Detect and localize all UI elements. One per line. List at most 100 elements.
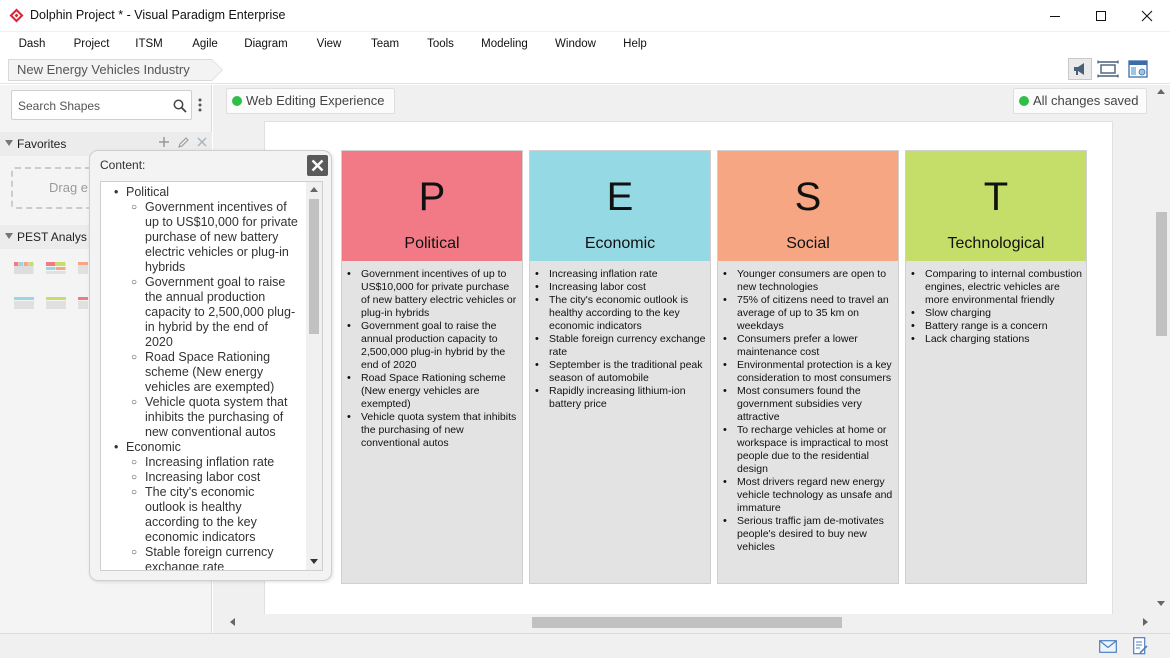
x-icon[interactable] (196, 135, 208, 149)
menu-team[interactable]: Team (357, 33, 413, 56)
outline-item: Stable foreign currency exchange rate (101, 545, 306, 570)
pest-title: Social (786, 235, 830, 252)
menu-project[interactable]: Project (64, 33, 119, 56)
breadcrumb[interactable]: New Energy Vehicles Industry (8, 59, 223, 81)
popup-title: Content: (100, 158, 146, 172)
list-item: Younger consumers are open to new techno… (722, 268, 894, 294)
menu-diagram[interactable]: Diagram (231, 33, 301, 56)
web-editing-indicator[interactable]: Web Editing Experience (226, 88, 395, 114)
save-status-indicator: All changes saved (1013, 88, 1147, 114)
window-title: Dolphin Project * - Visual Paradigm Ente… (30, 8, 286, 22)
menu-itsm[interactable]: ITSM (119, 33, 179, 56)
outline-item: Road Space Rationing scheme (New energy … (101, 350, 306, 395)
maximize-button[interactable] (1078, 0, 1124, 32)
menu-tools[interactable]: Tools (413, 33, 468, 56)
close-window-button[interactable] (1124, 0, 1170, 32)
menu-view[interactable]: View (301, 33, 357, 56)
menu-help[interactable]: Help (610, 33, 660, 56)
announce-button[interactable] (1068, 58, 1092, 80)
list-item: Environmental protection is a key consid… (722, 359, 894, 385)
pest-column-social[interactable]: S Social Younger consumers are open to n… (717, 150, 899, 584)
minimize-icon (1050, 16, 1060, 17)
menu-modeling[interactable]: Modeling (468, 33, 541, 56)
scroll-right-icon[interactable] (1143, 618, 1148, 626)
panel-toggle-button[interactable] (1126, 58, 1150, 80)
shape-thumbnail[interactable] (14, 297, 34, 309)
pencil-icon[interactable] (177, 135, 189, 149)
horizontal-scroll-thumb[interactable] (532, 617, 842, 628)
minimize-button[interactable] (1032, 0, 1078, 32)
list-item: Road Space Rationing scheme (New energy … (346, 372, 518, 411)
outline-scrollbar[interactable] (306, 182, 322, 570)
panel-toggle-icon (1128, 60, 1148, 78)
notes-icon[interactable] (1133, 637, 1148, 655)
more-vertical-icon[interactable] (197, 97, 203, 113)
shape-thumbnail[interactable] (14, 262, 34, 274)
vertical-scroll-thumb[interactable] (1156, 212, 1167, 336)
outline-scroll-thumb[interactable] (309, 199, 319, 334)
pest-letter: S (794, 175, 822, 219)
list-item: Increasing labor cost (534, 281, 706, 294)
outline-item: Increasing inflation rate (101, 455, 306, 470)
list-item: Comparing to internal combustion engines… (910, 268, 1082, 307)
pest-header: S Social (718, 151, 898, 261)
list-item: September is the traditional peak season… (534, 359, 706, 385)
status-bar (0, 633, 1170, 658)
pest-title: Technological (947, 235, 1045, 252)
pest-header: P Political (342, 151, 522, 261)
scroll-down-icon[interactable] (310, 559, 318, 564)
outline-category: Economic (101, 440, 306, 455)
pest-letter: T (983, 175, 1009, 219)
shape-thumbnail[interactable] (46, 297, 66, 309)
favorites-tools (158, 135, 208, 149)
menu-agile[interactable]: Agile (179, 33, 231, 56)
mail-icon[interactable] (1099, 640, 1117, 653)
list-item: Rapidly increasing lithium-ion battery p… (534, 385, 706, 411)
status-dot-icon (232, 96, 242, 106)
shape-thumbnail[interactable] (46, 262, 66, 274)
vertical-scrollbar[interactable] (1153, 85, 1170, 615)
pest-column-political[interactable]: P Political Government incentives of up … (341, 150, 523, 584)
search-shapes-box (11, 90, 192, 120)
menu-dash[interactable]: Dash (0, 33, 64, 56)
list-item: Government incentives of up to US$10,000… (346, 268, 518, 320)
list-item: Battery range is a concern (910, 320, 1082, 333)
collapse-arrow-icon (5, 233, 13, 239)
shape-thumbnail[interactable] (78, 297, 88, 309)
list-item: Increasing inflation rate (534, 268, 706, 281)
menu-window[interactable]: Window (541, 33, 610, 56)
content-popup: Content: Political Government incentives… (89, 150, 332, 581)
outline-item: Government goal to raise the annual prod… (101, 275, 306, 350)
pest-title: Economic (584, 235, 656, 252)
pest-column-economic[interactable]: E Economic Increasing inflation rate Inc… (529, 150, 711, 584)
shape-thumbnail[interactable] (78, 262, 88, 274)
scroll-down-icon[interactable] (1157, 601, 1165, 606)
list-item: To recharge vehicles at home or workspac… (722, 424, 894, 476)
status-dot-icon (1019, 96, 1029, 106)
fit-to-window-button[interactable] (1096, 58, 1120, 80)
outline-item: Increasing labor cost (101, 470, 306, 485)
horizontal-scrollbar[interactable] (226, 614, 1153, 631)
favorites-label: Favorites (17, 137, 67, 151)
popup-close-button[interactable] (307, 155, 328, 176)
plus-icon[interactable] (158, 135, 170, 149)
search-icon[interactable] (173, 99, 187, 113)
list-item: 75% of citizens need to travel an averag… (722, 294, 894, 333)
list-item: Most consumers found the government subs… (722, 385, 894, 424)
content-outline: Political Government incentives of up to… (101, 185, 306, 570)
fit-to-window-icon (1097, 60, 1119, 78)
megaphone-icon (1074, 63, 1084, 75)
pest-analysis-label: PEST Analys (17, 230, 87, 244)
list-item: Slow charging (910, 307, 1082, 320)
pest-column-technological[interactable]: T Technological Comparing to internal co… (905, 150, 1087, 584)
scroll-left-icon[interactable] (230, 618, 235, 626)
pest-letter: E (606, 175, 634, 219)
content-outline-box[interactable]: Political Government incentives of up to… (100, 181, 323, 571)
search-shapes-input[interactable] (18, 97, 168, 114)
scroll-up-icon[interactable] (1157, 89, 1165, 94)
menu-bar: Dash Project ITSM Agile Diagram View Tea… (0, 33, 1170, 56)
app-logo-icon (9, 8, 24, 23)
pest-items: Government incentives of up to US$10,000… (346, 268, 518, 450)
scroll-up-icon[interactable] (310, 187, 318, 192)
list-item: Most drivers regard new energy vehicle t… (722, 476, 894, 515)
